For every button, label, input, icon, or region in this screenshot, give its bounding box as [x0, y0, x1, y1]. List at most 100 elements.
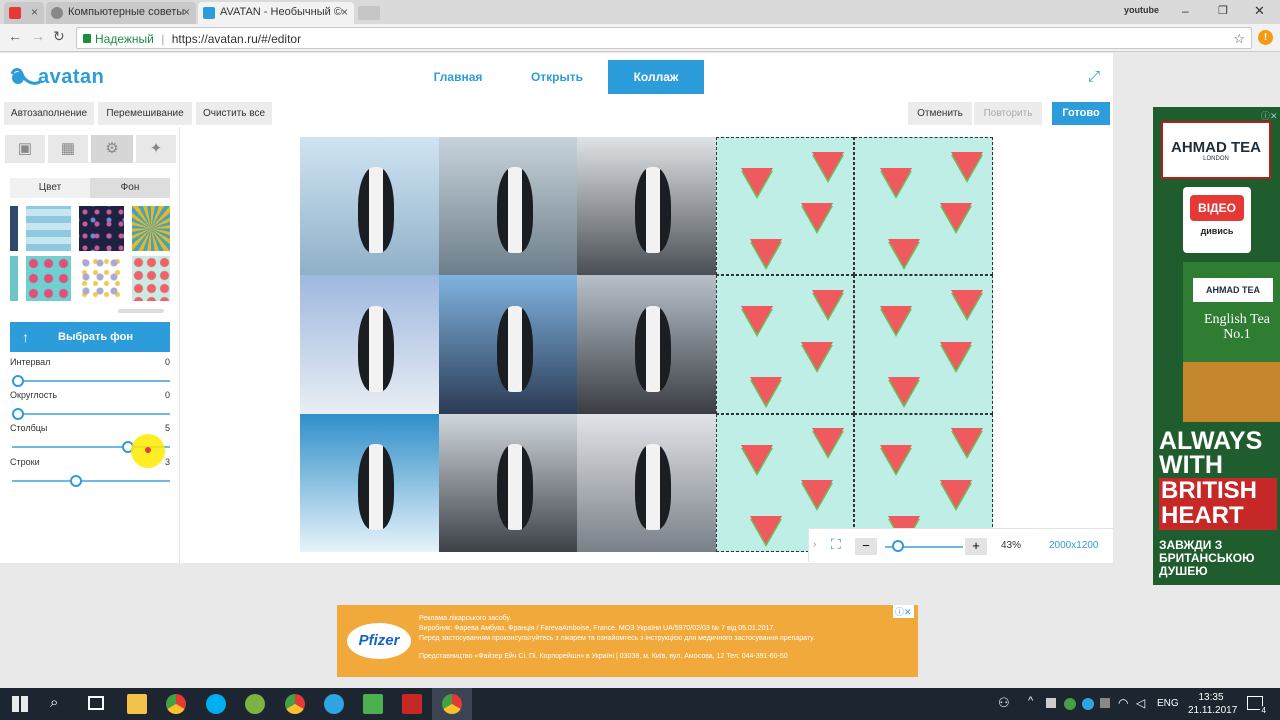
slider-track[interactable]: [12, 413, 170, 415]
collage-photo-cell[interactable]: [300, 275, 439, 414]
choose-background-button[interactable]: ↑ Выбрать фон: [10, 322, 170, 352]
clear-all-button[interactable]: Очистить все: [196, 102, 272, 125]
collage-photo-cell[interactable]: [577, 275, 716, 414]
utorrent-icon[interactable]: [245, 694, 265, 714]
collage-empty-cell[interactable]: [715, 275, 855, 414]
update-alert-icon[interactable]: !: [1258, 30, 1273, 45]
collage-empty-cell[interactable]: [715, 137, 855, 276]
watermelon-slice: [888, 377, 921, 406]
avatan-logo[interactable]: avatan: [10, 64, 110, 90]
clock[interactable]: 13:35 21.11.2017: [1188, 691, 1237, 717]
zoom-in-button[interactable]: +: [965, 538, 987, 555]
video-button[interactable]: ВІДЕО дивись: [1183, 187, 1251, 253]
nav-home[interactable]: Главная: [420, 60, 496, 94]
slider-knob[interactable]: [12, 408, 24, 420]
watermelon-slice: [940, 341, 973, 370]
chrome-icon[interactable]: [442, 694, 462, 714]
language-indicator[interactable]: ENG: [1157, 698, 1179, 709]
pfizer-ad-banner[interactable]: Pfizer ⓘ✕ Реклама лікарського засобу. Ви…: [337, 605, 918, 677]
collage-photo-cell[interactable]: [438, 413, 578, 552]
back-icon[interactable]: ←: [8, 28, 22, 44]
filezilla-icon[interactable]: [402, 694, 422, 714]
autofill-button[interactable]: Автозаполнение: [4, 102, 94, 125]
notifications-icon[interactable]: 4: [1247, 696, 1268, 715]
chrome-icon[interactable]: [285, 694, 305, 714]
tab-computer-tips[interactable]: Компьютерные советы ×: [46, 2, 196, 24]
photos-tab[interactable]: ▣: [5, 135, 45, 163]
close-tab-icon[interactable]: ×: [31, 5, 38, 19]
tray-icon[interactable]: [1064, 698, 1076, 710]
tab-youtube[interactable]: ×: [4, 2, 44, 24]
slider-knob[interactable]: [12, 375, 24, 387]
background-swatch[interactable]: [10, 206, 18, 251]
clock-time: 13:35: [1198, 692, 1224, 703]
fit-screen-icon[interactable]: ⛶: [831, 536, 841, 553]
collage-photo-cell[interactable]: [300, 137, 439, 276]
skype-icon[interactable]: [206, 694, 226, 714]
close-tab-icon[interactable]: ×: [183, 5, 190, 19]
forward-icon[interactable]: →: [31, 28, 45, 44]
slider-track[interactable]: [12, 380, 170, 382]
bookmark-star-icon[interactable]: ☆: [1233, 31, 1245, 47]
reload-icon[interactable]: ↻: [53, 28, 65, 45]
background-subtab[interactable]: Фон: [90, 178, 170, 198]
zoom-slider-knob[interactable]: [891, 540, 904, 552]
volume-icon[interactable]: ◁: [1136, 696, 1145, 710]
file-explorer-icon[interactable]: [127, 694, 147, 714]
background-swatch[interactable]: [79, 256, 124, 301]
background-swatch[interactable]: [26, 206, 71, 251]
collage-photo-cell[interactable]: [577, 137, 716, 276]
undo-button[interactable]: Отменить: [908, 102, 972, 125]
tray-expand-icon[interactable]: ^: [1028, 695, 1033, 707]
collage-photo-cell[interactable]: [438, 275, 578, 414]
tray-icon[interactable]: [1046, 698, 1056, 708]
nav-collage[interactable]: Коллаж: [608, 60, 704, 94]
search-icon[interactable]: ⌕: [50, 694, 58, 711]
done-button[interactable]: Готово: [1052, 102, 1110, 125]
task-view-icon[interactable]: [88, 696, 104, 710]
telegram-tray-icon[interactable]: [1082, 698, 1094, 710]
layouts-tab[interactable]: ▦: [48, 135, 88, 163]
settings-tab[interactable]: ⚙: [91, 135, 133, 163]
watermelon-slice: [812, 151, 845, 180]
collapse-arrow-icon[interactable]: ›: [813, 539, 816, 550]
color-subtab[interactable]: Цвет: [10, 178, 90, 198]
collage-photo-cell[interactable]: [438, 137, 578, 276]
tab-avatan[interactable]: AVATAN - Необычный © ×: [198, 2, 354, 24]
background-swatch[interactable]: [10, 256, 18, 301]
close-tab-icon[interactable]: ×: [341, 5, 348, 19]
windows-start-icon[interactable]: [12, 696, 28, 712]
background-swatch[interactable]: [79, 206, 124, 251]
shuffle-button[interactable]: Перемешивание: [98, 102, 192, 125]
background-swatch[interactable]: [26, 256, 71, 301]
collage-empty-cell[interactable]: [854, 137, 993, 276]
people-icon[interactable]: ⚇: [998, 695, 1010, 711]
slider-track[interactable]: [12, 480, 170, 482]
slider-label: Округлость: [10, 390, 58, 400]
background-swatch[interactable]: [132, 256, 170, 301]
chrome-icon[interactable]: [166, 694, 186, 714]
minimize-icon[interactable]: –: [1182, 4, 1189, 18]
collage-photo-cell[interactable]: [577, 413, 716, 552]
collage-canvas[interactable]: [300, 137, 993, 552]
close-window-icon[interactable]: ✕: [1254, 3, 1265, 19]
tray-icon[interactable]: [1100, 698, 1110, 708]
url-field[interactable]: Надежный | https://avatan.ru/#/editor ☆: [76, 27, 1252, 49]
telegram-icon[interactable]: [324, 694, 344, 714]
effects-tab[interactable]: ✦: [136, 135, 176, 163]
notepad-icon[interactable]: [363, 694, 383, 714]
canvas-size[interactable]: 2000x1200: [1049, 540, 1099, 551]
wifi-icon[interactable]: ◠: [1118, 696, 1128, 710]
maximize-icon[interactable]: ❐: [1218, 4, 1228, 17]
new-tab-button[interactable]: [358, 6, 380, 20]
redo-button[interactable]: Повторить: [974, 102, 1042, 125]
collage-photo-cell[interactable]: [300, 413, 439, 552]
swatch-scrollbar[interactable]: [118, 309, 164, 313]
tea-ad-banner[interactable]: ⓘ✕ AHMAD TEA LONDON ВІДЕО дивись AHMAD T…: [1153, 107, 1280, 585]
fullscreen-icon[interactable]: ⤢: [1088, 68, 1100, 85]
watermelon-slice: [812, 289, 845, 318]
background-swatch[interactable]: [132, 206, 170, 251]
zoom-out-button[interactable]: −: [855, 538, 877, 555]
collage-empty-cell[interactable]: [854, 275, 993, 414]
nav-open[interactable]: Открыть: [520, 60, 594, 94]
